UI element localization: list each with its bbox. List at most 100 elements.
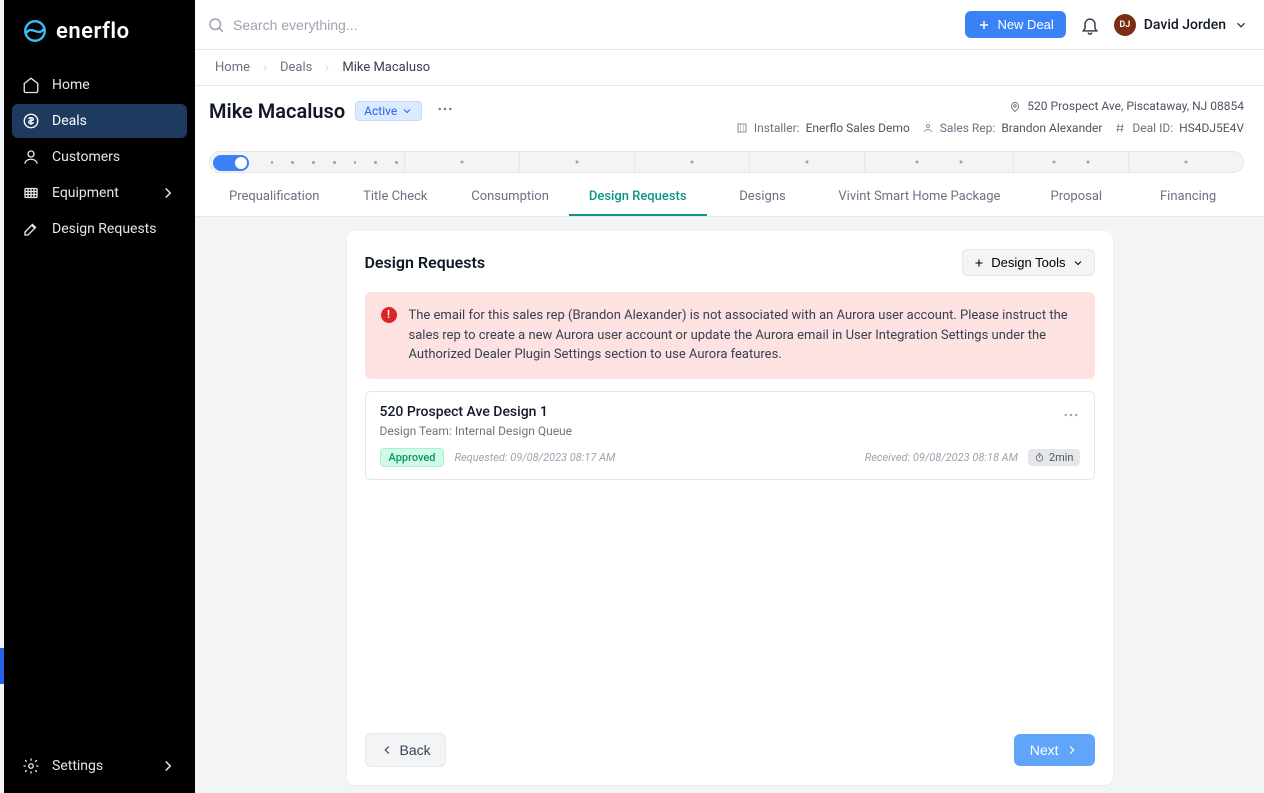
edit-icon bbox=[22, 220, 40, 238]
status-dropdown[interactable]: Active bbox=[355, 101, 422, 121]
request-title: 520 Prospect Ave Design 1 bbox=[380, 404, 1080, 420]
sidebar-item-label: Equipment bbox=[52, 185, 119, 201]
hash-icon bbox=[1114, 122, 1126, 134]
chevron-right-icon bbox=[159, 184, 177, 202]
header-address: 520 Prospect Ave, Piscataway, NJ 08854 bbox=[1027, 96, 1244, 118]
installer-value: Enerflo Sales Demo bbox=[806, 118, 910, 140]
back-label: Back bbox=[400, 742, 431, 758]
breadcrumb-current: Mike Macaluso bbox=[342, 60, 430, 75]
topbar: New Deal DJ David Jorden bbox=[195, 0, 1264, 50]
dollar-icon bbox=[22, 112, 40, 130]
search-input[interactable] bbox=[233, 17, 953, 33]
progress-segment bbox=[750, 152, 865, 172]
design-requests-panel: Design Requests Design Tools ! The email… bbox=[347, 231, 1113, 785]
sidebar-nav: Home Deals Customers Equipment Design Re… bbox=[4, 62, 195, 741]
tab-design-requests[interactable]: Design Requests bbox=[569, 181, 707, 216]
user-icon bbox=[922, 122, 934, 134]
breadcrumb: Home Deals Mike Macaluso bbox=[195, 50, 1264, 86]
sidebar-item-home[interactable]: Home bbox=[12, 68, 187, 102]
tab-title-check[interactable]: Title Check bbox=[339, 181, 451, 216]
building-icon bbox=[736, 122, 748, 134]
request-more-button[interactable] bbox=[1058, 402, 1084, 432]
sidebar-item-equipment[interactable]: Equipment bbox=[12, 176, 187, 210]
alert-icon: ! bbox=[381, 307, 397, 323]
bell-icon bbox=[1080, 15, 1100, 35]
user-menu[interactable]: DJ David Jorden bbox=[1114, 14, 1248, 36]
stopwatch-icon bbox=[1034, 452, 1045, 463]
header-more-button[interactable] bbox=[432, 96, 458, 126]
design-request-row[interactable]: 520 Prospect Ave Design 1 Design Team: I… bbox=[365, 391, 1095, 480]
chevron-down-icon bbox=[1234, 18, 1248, 32]
progress-segment bbox=[865, 152, 1014, 172]
chevron-down-icon bbox=[401, 105, 413, 117]
tab-designs[interactable]: Designs bbox=[707, 181, 819, 216]
tab-consumption[interactable]: Consumption bbox=[451, 181, 569, 216]
chevron-right-icon bbox=[260, 63, 270, 73]
design-tools-label: Design Tools bbox=[991, 255, 1065, 270]
next-button[interactable]: Next bbox=[1014, 734, 1095, 766]
chevron-down-icon bbox=[1072, 257, 1084, 269]
plus-icon bbox=[977, 18, 991, 32]
home-icon bbox=[22, 76, 40, 94]
avatar-initials: DJ bbox=[1119, 20, 1130, 30]
breadcrumb-deals[interactable]: Deals bbox=[280, 60, 312, 75]
notifications-button[interactable] bbox=[1078, 13, 1102, 37]
search-icon bbox=[207, 16, 225, 34]
page-header: Mike Macaluso Active 520 Prospect Ave, P… bbox=[195, 86, 1264, 217]
sidebar-item-settings[interactable]: Settings bbox=[12, 749, 187, 783]
tab-prequalification[interactable]: Prequalification bbox=[209, 181, 339, 216]
progress-segment bbox=[635, 152, 750, 172]
tab-proposal[interactable]: Proposal bbox=[1020, 181, 1132, 216]
chevron-right-icon bbox=[159, 757, 177, 775]
progress-segment bbox=[1129, 152, 1243, 172]
avatar: DJ bbox=[1114, 14, 1136, 36]
sidebar-item-deals[interactable]: Deals bbox=[12, 104, 187, 138]
dealid-value: HS4DJ5E4V bbox=[1179, 118, 1244, 140]
sidebar-item-label: Deals bbox=[52, 113, 87, 129]
sidebar-item-label: Home bbox=[52, 77, 90, 93]
panel-title: Design Requests bbox=[365, 253, 486, 272]
duration-chip: 2min bbox=[1028, 449, 1080, 466]
error-alert: ! The email for this sales rep (Brandon … bbox=[365, 292, 1095, 379]
gear-icon bbox=[22, 757, 40, 775]
main: New Deal DJ David Jorden Home Deals Mike… bbox=[195, 0, 1264, 793]
progress-strip bbox=[209, 151, 1244, 173]
requested-meta: Requested: 09/08/2023 08:17 AM bbox=[454, 451, 615, 464]
status-label: Active bbox=[364, 104, 397, 118]
sidebar-item-customers[interactable]: Customers bbox=[12, 140, 187, 174]
user-name: David Jorden bbox=[1144, 17, 1226, 33]
request-team: Design Team: Internal Design Queue bbox=[380, 424, 1080, 438]
back-button[interactable]: Back bbox=[365, 733, 446, 767]
page-title: Mike Macaluso bbox=[209, 99, 345, 123]
tabs: Prequalification Title Check Consumption… bbox=[209, 181, 1244, 216]
progress-segment bbox=[1014, 152, 1129, 172]
next-label: Next bbox=[1030, 742, 1059, 758]
chevron-left-icon bbox=[380, 743, 394, 757]
pin-icon bbox=[1009, 101, 1021, 113]
tab-financing[interactable]: Financing bbox=[1132, 181, 1244, 216]
sidebar-item-design-requests[interactable]: Design Requests bbox=[12, 212, 187, 246]
received-meta: Received: 09/08/2023 08:18 AM bbox=[865, 451, 1018, 464]
salesrep-label: Sales Rep: bbox=[940, 118, 996, 140]
alert-text: The email for this sales rep (Brandon Al… bbox=[409, 306, 1079, 365]
breadcrumb-home[interactable]: Home bbox=[215, 60, 250, 75]
duration-text: 2min bbox=[1049, 451, 1074, 464]
dots-horizontal-icon bbox=[1062, 406, 1080, 424]
installer-label: Installer: bbox=[754, 118, 800, 140]
user-icon bbox=[22, 148, 40, 166]
sidebar: enerflo Home Deals Customers Equipment D… bbox=[4, 0, 195, 793]
brand-name: enerflo bbox=[56, 19, 130, 44]
salesrep-value: Brandon Alexander bbox=[1001, 118, 1102, 140]
status-badge: Approved bbox=[380, 448, 445, 467]
sidebar-item-label: Customers bbox=[52, 149, 120, 165]
brand-logo[interactable]: enerflo bbox=[4, 0, 195, 62]
search-wrap bbox=[207, 16, 953, 34]
chevron-right-icon bbox=[1065, 743, 1079, 757]
progress-segment bbox=[405, 152, 520, 172]
design-tools-button[interactable]: Design Tools bbox=[962, 249, 1094, 276]
new-deal-button[interactable]: New Deal bbox=[965, 11, 1065, 38]
dealid-label: Deal ID: bbox=[1132, 118, 1173, 140]
tab-vivint[interactable]: Vivint Smart Home Package bbox=[818, 181, 1020, 216]
chevron-right-icon bbox=[322, 63, 332, 73]
progress-segment bbox=[520, 152, 635, 172]
